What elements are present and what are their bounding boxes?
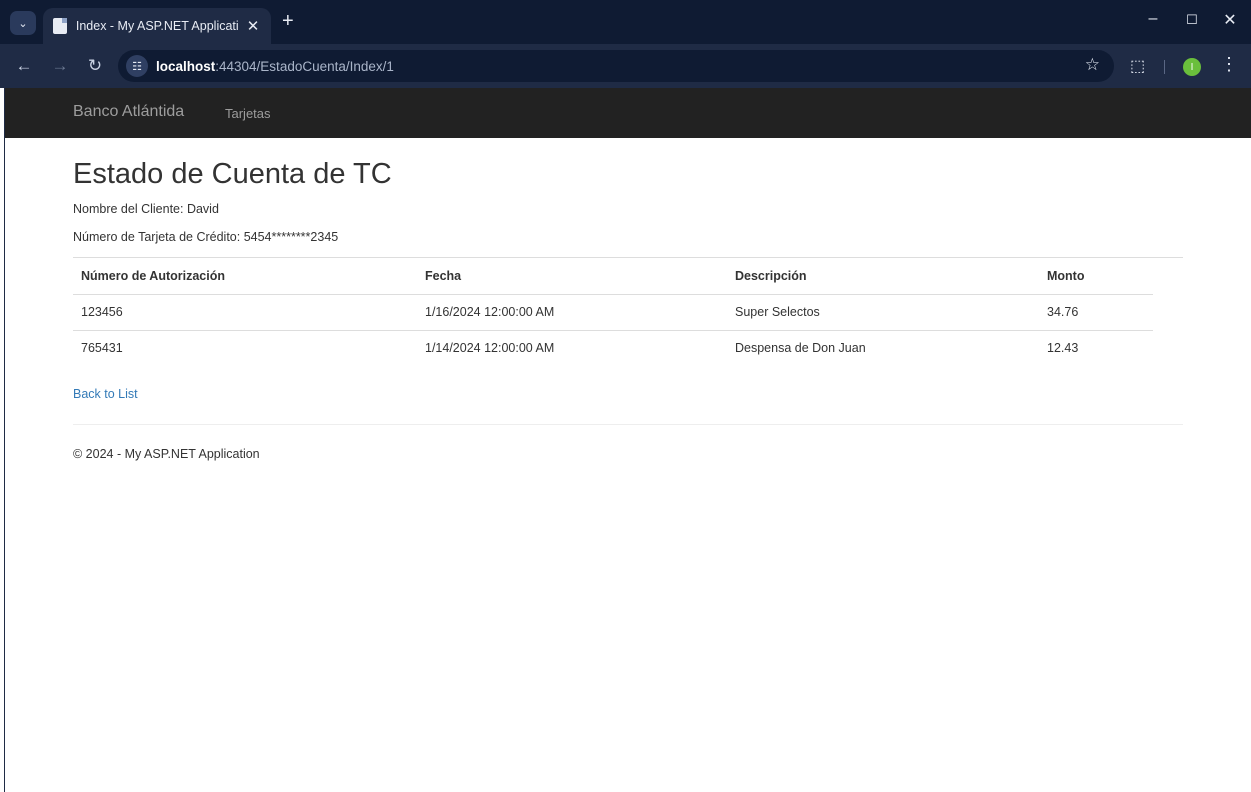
cell-autorizacion: 765431: [81, 341, 123, 356]
chevron-down-icon: ⌄: [18, 17, 28, 30]
forward-arrow-icon[interactable]: →: [50, 56, 70, 76]
address-bar[interactable]: ☷ localhost:44304/EstadoCuenta/Index/1 ☆: [118, 50, 1114, 82]
site-info-icon[interactable]: ☷: [126, 55, 148, 77]
page-title: Estado de Cuenta de TC: [73, 158, 392, 190]
back-arrow-icon[interactable]: ←: [14, 56, 34, 76]
table-header-row: Número de Autorización Fecha Descripción…: [73, 258, 1153, 295]
page-favicon-icon: [53, 18, 67, 34]
window-close-icon[interactable]: ✕: [1218, 10, 1242, 30]
client-name-line: Nombre del Cliente: David: [73, 202, 219, 216]
cell-fecha: 1/14/2024 12:00:00 AM: [425, 341, 555, 356]
new-tab-plus-icon[interactable]: +: [282, 11, 294, 31]
cell-autorizacion: 123456: [73, 294, 417, 331]
close-icon[interactable]: ✕: [245, 17, 261, 35]
table-row: 123456 1/16/2024 12:00:00 AM Super Selec…: [73, 294, 1153, 331]
page-viewport: Banco Atlántida Tarjetas Estado de Cuent…: [4, 88, 1251, 792]
page-footer: © 2024 - My ASP.NET Application: [73, 447, 260, 461]
brand-link[interactable]: Banco Atlántida: [73, 103, 184, 121]
cell-monto: 12.43: [1047, 341, 1079, 356]
site-navbar: Banco Atlántida Tarjetas: [5, 88, 1251, 138]
cell-descripcion: Super Selectos: [727, 294, 1039, 331]
reload-icon[interactable]: ↻: [85, 56, 105, 76]
url-path: :44304/EstadoCuenta/Index/1: [215, 58, 394, 74]
profile-avatar[interactable]: I: [1183, 58, 1201, 76]
cell-monto: 34.76: [1039, 294, 1153, 331]
minimize-icon[interactable]: –: [1141, 10, 1165, 28]
browser-tab-strip: ⌄ Index - My ASP.NET Application ✕ + – ☐…: [0, 0, 1251, 44]
url-host: localhost: [156, 58, 216, 74]
footer-divider: [73, 424, 1183, 425]
toolbar-separator: [1164, 60, 1165, 74]
transactions-table: Número de Autorización Fecha Descripción…: [73, 258, 1153, 366]
bookmark-star-icon[interactable]: ☆: [1085, 55, 1100, 75]
tab-search-button[interactable]: ⌄: [10, 11, 36, 35]
more-menu-icon[interactable]: ⋮: [1220, 54, 1238, 75]
cell-descripcion: Despensa de Don Juan: [735, 341, 866, 356]
table-row: 765431 1/14/2024 12:00:00 AM Despensa de…: [73, 330, 1153, 366]
back-to-list-link[interactable]: Back to List: [73, 387, 138, 401]
tab-title: Index - My ASP.NET Application: [75, 19, 240, 33]
cell-fecha: 1/16/2024 12:00:00 AM: [417, 294, 727, 331]
column-header-monto: Monto: [1039, 258, 1153, 295]
extensions-puzzle-icon[interactable]: ⬚: [1130, 56, 1145, 76]
column-header-descripcion: Descripción: [727, 258, 1039, 295]
card-number-line: Número de Tarjeta de Crédito: 5454******…: [73, 230, 339, 244]
column-header-fecha: Fecha: [417, 258, 727, 295]
browser-tab-active[interactable]: Index - My ASP.NET Application ✕: [43, 8, 271, 44]
browser-toolbar: ← → ↻ ☷ localhost:44304/EstadoCuenta/Ind…: [0, 44, 1251, 88]
column-header-autorizacion: Número de Autorización: [73, 258, 417, 295]
maximize-icon[interactable]: ☐: [1180, 12, 1204, 28]
nav-link-tarjetas[interactable]: Tarjetas: [225, 106, 271, 121]
